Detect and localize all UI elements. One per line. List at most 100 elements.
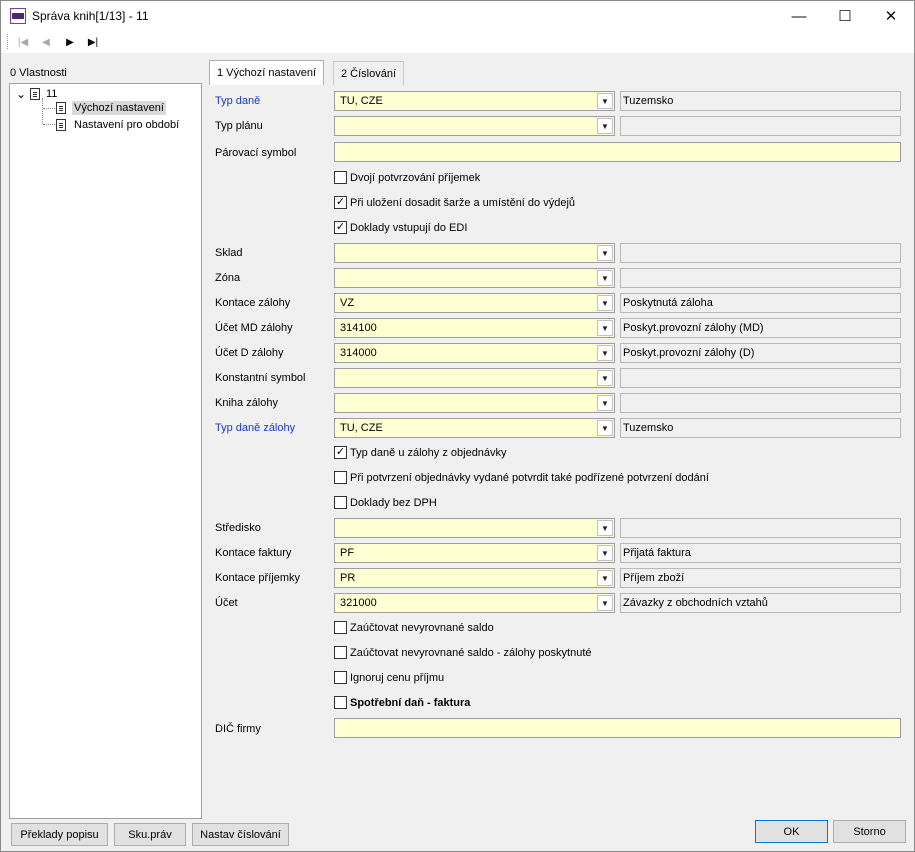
document-icon	[56, 119, 66, 131]
warehouse-label: Sklad	[215, 247, 243, 259]
tab-default-settings[interactable]: 1 Výchozí nastavení	[209, 60, 325, 85]
tax-type-combo[interactable]: TU, CZE ▼	[334, 91, 615, 111]
account-desc: Závazky z obchodních vztahů	[620, 593, 901, 613]
dropdown-arrow-icon[interactable]: ▼	[597, 520, 613, 536]
ignore-receipt-price-checkbox[interactable]: Ignoruj cenu příjmu	[334, 671, 444, 684]
last-record-icon[interactable]: ▶|	[83, 34, 103, 50]
advance-tax-type-label: Typ daně zálohy	[215, 422, 296, 434]
advance-account-assignment-combo[interactable]: VZ ▼	[334, 293, 615, 313]
advance-debit-account-label: Účet MD zálohy	[215, 322, 293, 334]
dropdown-arrow-icon[interactable]: ▼	[597, 270, 613, 286]
advance-book-label: Kniha zálohy	[215, 397, 278, 409]
plan-type-desc	[620, 116, 901, 136]
translations-button[interactable]: Překlady popisu	[11, 823, 108, 846]
close-button[interactable]: ✕	[868, 1, 914, 31]
document-icon	[30, 88, 40, 100]
advance-account-assignment-desc: Poskytnutá záloha	[620, 293, 901, 313]
main-window: Správa knih[1/13] - 11 — ☐ ✕ |◀ ◀ ▶ ▶| 0…	[0, 0, 915, 852]
account-combo[interactable]: 321000 ▼	[334, 593, 615, 613]
previous-record-icon[interactable]: ◀	[36, 34, 56, 50]
company-vat-id-input[interactable]	[334, 718, 901, 738]
tree-item-label: Nastavení pro období	[74, 119, 180, 131]
zone-combo[interactable]: ▼	[334, 268, 615, 288]
dropdown-arrow-icon[interactable]: ▼	[597, 420, 613, 436]
tab-numbering[interactable]: 2 Číslování	[333, 61, 405, 85]
advance-debit-account-desc: Poskyt.provozní zálohy (MD)	[620, 318, 901, 338]
set-numbering-button[interactable]: Nastav číslování	[192, 823, 289, 846]
rights-group-button[interactable]: Sku.práv	[114, 823, 186, 846]
edi-documents-checkbox[interactable]: ✓ Doklady vstupují do EDI	[334, 221, 467, 234]
dropdown-arrow-icon[interactable]: ▼	[597, 295, 613, 311]
advance-tax-type-desc: Tuzemsko	[620, 418, 901, 438]
receipt-account-assignment-desc: Příjem zboží	[620, 568, 901, 588]
advance-debit-account-combo[interactable]: 314100 ▼	[334, 318, 615, 338]
excise-tax-invoice-checkbox[interactable]: Spotřební daň - faktura	[334, 696, 470, 709]
dropdown-arrow-icon[interactable]: ▼	[597, 370, 613, 386]
tree-item-default-settings[interactable]: Výchozí nastavení	[56, 100, 166, 116]
settings-form: Typ daně TU, CZE ▼ Tuzemsko Typ plánu ▼ P…	[209, 84, 909, 814]
advance-book-desc	[620, 393, 901, 413]
invoice-account-assignment-combo[interactable]: PF ▼	[334, 543, 615, 563]
advance-account-assignment-label: Kontace zálohy	[215, 297, 291, 309]
confirm-subordinate-delivery-checkbox[interactable]: Při potvrzení objednávky vydané potvrdit…	[334, 471, 709, 484]
post-unbalanced-checkbox[interactable]: Zaúčtovat nevyrovnané saldo	[334, 621, 494, 634]
first-record-icon[interactable]: |◀	[13, 34, 33, 50]
tree-root[interactable]: ⌄ 11	[16, 86, 57, 102]
cost-center-combo[interactable]: ▼	[334, 518, 615, 538]
receipt-account-assignment-label: Kontace příjemky	[215, 572, 300, 584]
assign-batches-checkbox[interactable]: ✓ Při uložení dosadit šarže a umístění do…	[334, 196, 575, 209]
pairing-symbol-input[interactable]	[334, 142, 901, 162]
invoice-account-assignment-label: Kontace faktury	[215, 547, 292, 559]
zone-desc	[620, 268, 901, 288]
title-bar: Správa knih[1/13] - 11 — ☐ ✕	[1, 1, 914, 31]
app-icon	[10, 8, 26, 24]
cost-center-desc	[620, 518, 901, 538]
document-icon	[56, 102, 66, 114]
advance-credit-account-combo[interactable]: 314000 ▼	[334, 343, 615, 363]
warehouse-desc	[620, 243, 901, 263]
tree-item-label: Výchozí nastavení	[72, 101, 166, 115]
plan-type-label: Typ plánu	[215, 120, 263, 132]
ok-button[interactable]: OK	[755, 820, 828, 843]
dropdown-arrow-icon[interactable]: ▼	[597, 395, 613, 411]
dropdown-arrow-icon[interactable]: ▼	[597, 118, 613, 134]
navigation-toolbar: |◀ ◀ ▶ ▶|	[1, 31, 914, 53]
tree-item-period-settings[interactable]: Nastavení pro období	[56, 117, 181, 133]
tax-type-desc: Tuzemsko	[620, 91, 901, 111]
plan-type-combo[interactable]: ▼	[334, 116, 615, 136]
next-record-icon[interactable]: ▶	[60, 34, 80, 50]
dropdown-arrow-icon[interactable]: ▼	[597, 545, 613, 561]
constant-symbol-label: Konstantní symbol	[215, 372, 306, 384]
warehouse-combo[interactable]: ▼	[334, 243, 615, 263]
dropdown-arrow-icon[interactable]: ▼	[597, 595, 613, 611]
zone-label: Zóna	[215, 272, 241, 284]
constant-symbol-combo[interactable]: ▼	[334, 368, 615, 388]
constant-symbol-desc	[620, 368, 901, 388]
dropdown-arrow-icon[interactable]: ▼	[597, 320, 613, 336]
dropdown-arrow-icon[interactable]: ▼	[597, 245, 613, 261]
documents-without-vat-checkbox[interactable]: Doklady bez DPH	[334, 496, 437, 509]
tax-type-from-order-checkbox[interactable]: ✓ Typ daně u zálohy z objednávky	[334, 446, 507, 459]
receipt-account-assignment-combo[interactable]: PR ▼	[334, 568, 615, 588]
advance-book-combo[interactable]: ▼	[334, 393, 615, 413]
minimize-button[interactable]: —	[776, 1, 822, 31]
invoice-account-assignment-desc: Přijatá faktura	[620, 543, 901, 563]
advance-credit-account-label: Účet D zálohy	[215, 347, 284, 359]
tree-root-label: 11	[46, 88, 58, 100]
cancel-button[interactable]: Storno	[833, 820, 906, 843]
dropdown-arrow-icon[interactable]: ▼	[597, 345, 613, 361]
toolbar-grip	[7, 34, 8, 49]
cost-center-label: Středisko	[215, 522, 261, 534]
advance-credit-account-desc: Poskyt.provozní zálohy (D)	[620, 343, 901, 363]
account-label: Účet	[215, 597, 238, 609]
dropdown-arrow-icon[interactable]: ▼	[597, 570, 613, 586]
dropdown-arrow-icon[interactable]: ▼	[597, 93, 613, 109]
pairing-symbol-label: Párovací symbol	[215, 147, 297, 159]
advance-tax-type-combo[interactable]: TU, CZE ▼	[334, 418, 615, 438]
double-confirm-receipts-checkbox[interactable]: Dvojí potvrzování příjemek	[334, 171, 480, 184]
expand-icon[interactable]: ⌄	[16, 87, 30, 101]
window-title: Správa knih[1/13] - 11	[32, 9, 149, 23]
post-unbalanced-advances-checkbox[interactable]: Zaúčtovat nevyrovnané saldo - zálohy pos…	[334, 646, 592, 659]
tax-type-label: Typ daně	[215, 95, 261, 107]
maximize-button[interactable]: ☐	[822, 1, 868, 31]
